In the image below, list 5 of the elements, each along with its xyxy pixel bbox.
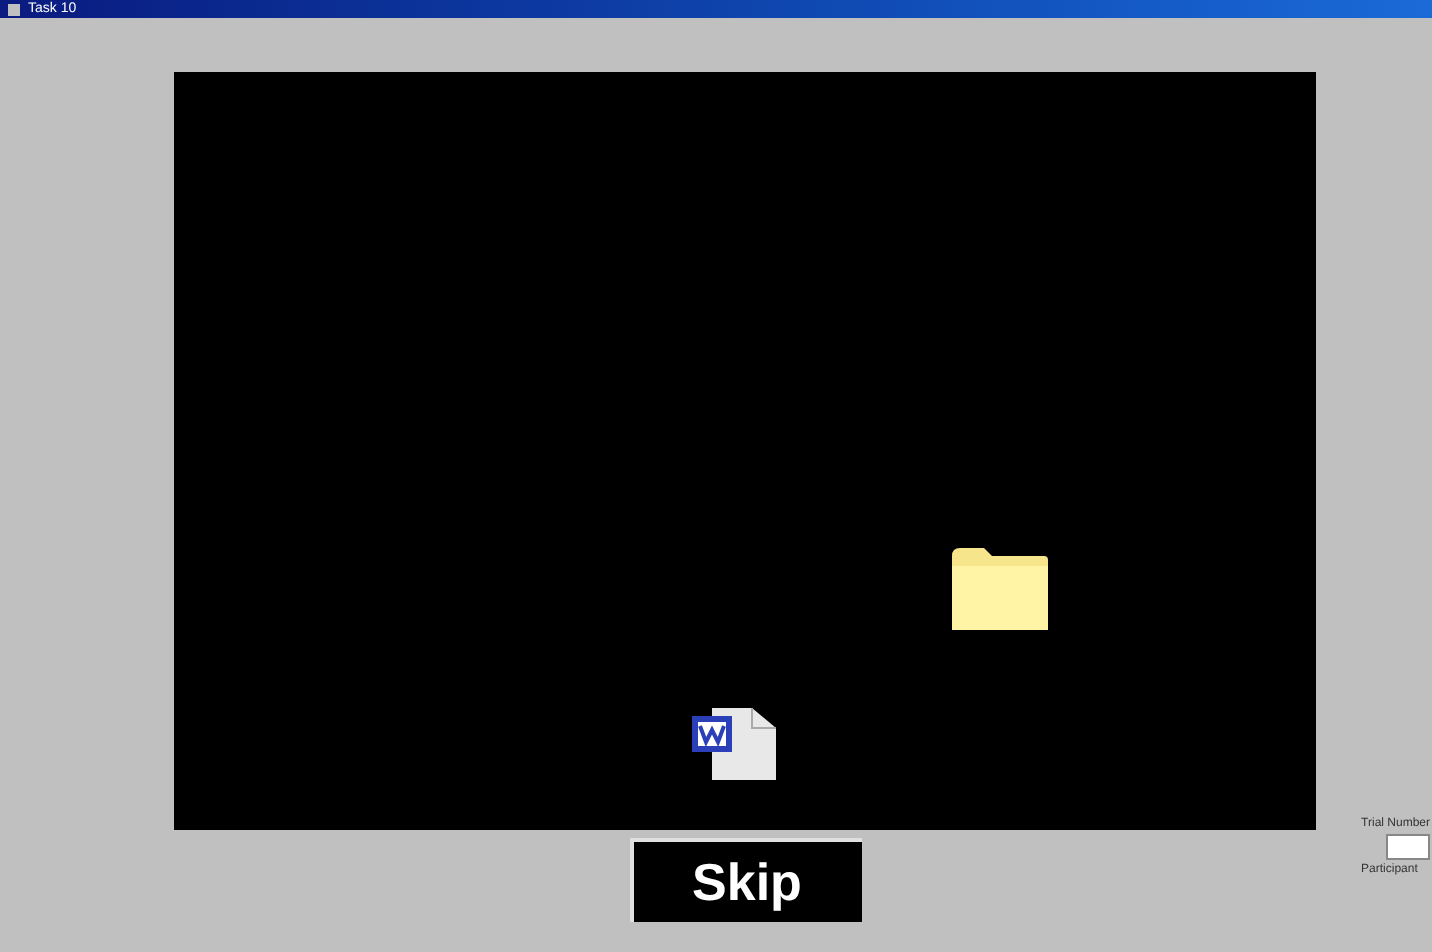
skip-button[interactable]: Skip bbox=[629, 838, 861, 922]
trial-number-field[interactable] bbox=[1386, 834, 1430, 860]
document-icon[interactable] bbox=[692, 704, 780, 780]
folder-icon[interactable] bbox=[952, 548, 1048, 630]
app-icon bbox=[8, 3, 20, 15]
